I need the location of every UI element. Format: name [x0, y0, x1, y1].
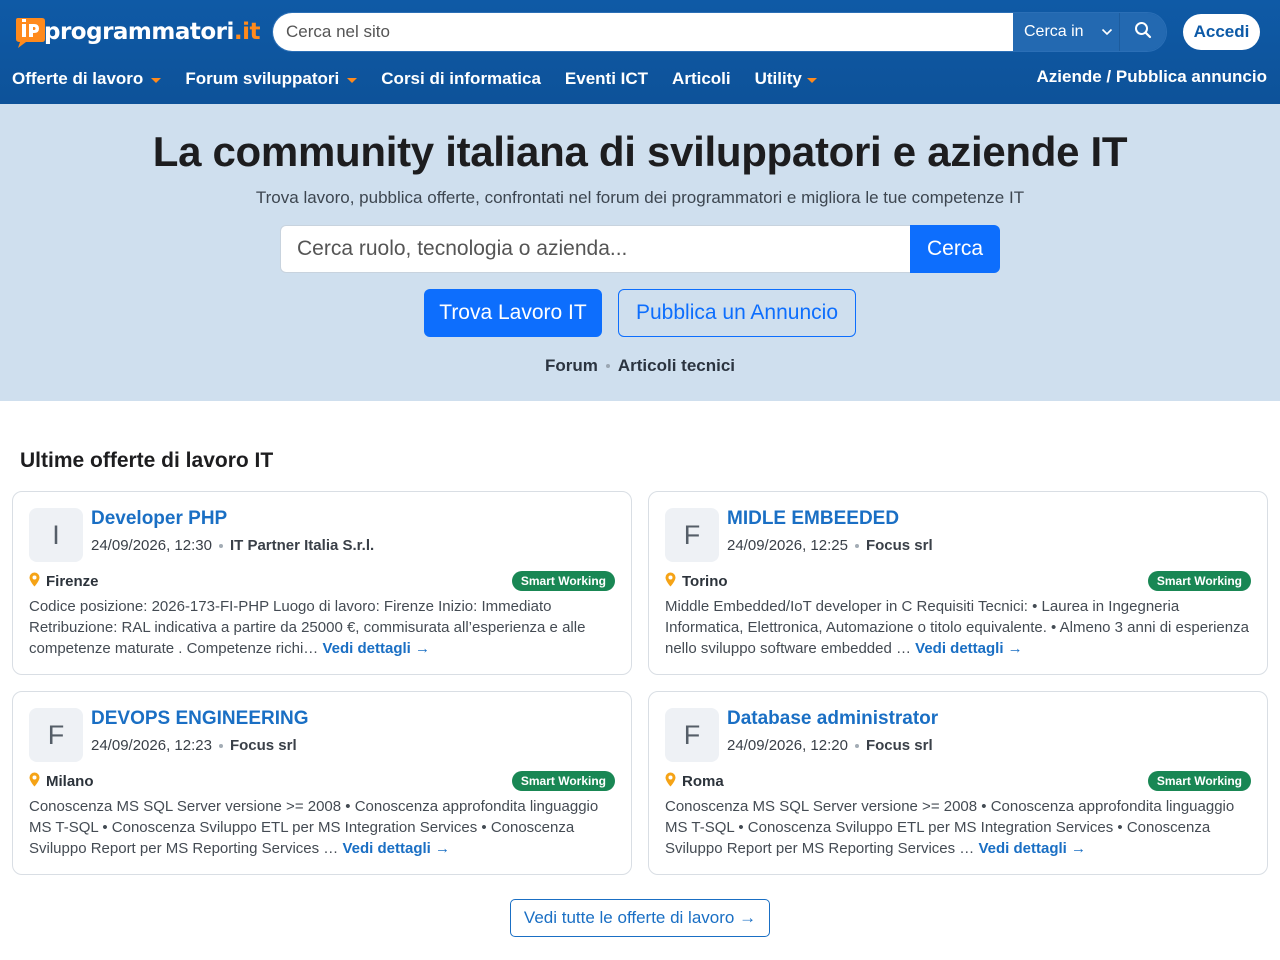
logo-text: programmatori.it — [44, 19, 261, 45]
nav-item-label: Forum sviluppatori — [185, 69, 340, 88]
hero-search-input[interactable] — [280, 225, 910, 273]
job-location-label: Firenze — [46, 573, 99, 590]
site-search-bar: Cerca in — [272, 12, 1167, 52]
hero-subtitle: Trova lavoro, pubblica offerte, confront… — [255, 188, 1025, 207]
job-meta: 24/09/2026, 12:20 Focus srl — [727, 737, 933, 754]
job-location: Milano — [29, 772, 94, 791]
job-location: Torino — [665, 572, 728, 591]
job-location-label: Roma — [682, 773, 724, 790]
smart-working-badge: Smart Working — [1147, 571, 1251, 591]
job-description-text: Codice posizione: 2026-173-FI-PHP Luogo … — [29, 598, 586, 657]
map-pin-icon — [665, 572, 676, 591]
company-avatar: F — [665, 708, 719, 762]
job-details-link[interactable]: Vedi dettagli → — [322, 640, 430, 657]
map-pin-icon — [29, 572, 40, 591]
job-location-label: Milano — [46, 773, 94, 790]
caret-down-icon — [347, 77, 358, 83]
nav-item-label: Utility — [754, 69, 802, 88]
hero-quick-links: Forum Articoli tecnici — [0, 356, 1280, 376]
job-meta: 24/09/2026, 12:25 Focus srl — [727, 537, 933, 554]
search-scope-dropdown[interactable]: Cerca in — [1013, 13, 1120, 51]
nav-item-corsi[interactable]: Corsi di informatica — [381, 69, 541, 89]
caret-down-icon — [151, 77, 162, 83]
hero-link-articoli[interactable]: Articoli tecnici — [618, 356, 735, 376]
job-description-text: Conoscenza MS SQL Server versione >= 200… — [29, 798, 599, 857]
job-meta: 24/09/2026, 12:23 Focus srl — [91, 737, 297, 754]
view-all-jobs-button[interactable]: Vedi tutte le offerte di lavoro → — [510, 899, 770, 937]
site-logo[interactable]: programmatori.it — [12, 14, 261, 50]
hero-search-button[interactable]: Cerca — [910, 225, 1000, 273]
hero-title: La community italiana di sviluppatori e … — [152, 128, 1128, 175]
job-details-link[interactable]: Vedi dettagli → — [342, 840, 450, 857]
jobs-section-title: Ultime offerte di lavoro IT — [20, 449, 274, 472]
nav-item-forum[interactable]: Forum sviluppatori — [185, 69, 358, 89]
login-button[interactable]: Accedi — [1183, 14, 1260, 50]
smart-working-badge: Smart Working — [511, 771, 615, 791]
job-company: IT Partner Italia S.r.l. — [229, 537, 375, 554]
job-description: Conoscenza MS SQL Server versione >= 200… — [665, 796, 1255, 859]
job-location: Firenze — [29, 572, 99, 591]
job-card: F MIDLE EMBEEDED 24/09/2026, 12:25 Focus… — [648, 491, 1268, 675]
caret-down-icon — [806, 77, 817, 83]
map-pin-icon — [665, 772, 676, 791]
job-description: Middle Embedded/IoT developer in C Requi… — [665, 596, 1255, 659]
job-details-link[interactable]: Vedi dettagli → — [978, 840, 1086, 857]
nav-item-offerte[interactable]: Offerte di lavoro — [12, 69, 162, 89]
nav-item-label: Articoli — [672, 69, 731, 88]
job-card: F DEVOPS ENGINEERING 24/09/2026, 12:23 F… — [12, 691, 632, 875]
job-title-link[interactable]: Developer PHP — [91, 508, 227, 530]
main-nav: Offerte di lavoro Forum sviluppatori Cor… — [12, 67, 817, 91]
job-location-label: Torino — [682, 573, 728, 590]
site-search-button[interactable] — [1120, 13, 1166, 51]
nav-item-label: Corsi di informatica — [381, 69, 541, 88]
nav-item-articoli[interactable]: Articoli — [672, 69, 731, 89]
job-card: F Database administrator 24/09/2026, 12:… — [648, 691, 1268, 875]
company-avatar: F — [665, 508, 719, 562]
meta-separator — [854, 743, 859, 748]
job-date: 24/09/2026, 12:23 — [91, 737, 212, 754]
hero-link-forum[interactable]: Forum — [545, 356, 598, 376]
logo-icon — [12, 14, 48, 50]
job-meta: 24/09/2026, 12:30 IT Partner Italia S.r.… — [91, 537, 374, 554]
job-title-link[interactable]: Database administrator — [727, 708, 938, 730]
smart-working-badge: Smart Working — [511, 571, 615, 591]
nav-item-eventi[interactable]: Eventi ICT — [565, 69, 648, 89]
job-date: 24/09/2026, 12:20 — [727, 737, 848, 754]
link-separator — [605, 364, 610, 368]
site-header: programmatori.it Cerca in Accedi Offerte… — [0, 0, 1280, 104]
job-description: Conoscenza MS SQL Server versione >= 200… — [29, 796, 619, 859]
meta-separator — [218, 543, 223, 548]
job-location: Roma — [665, 772, 724, 791]
job-card: I Developer PHP 24/09/2026, 12:30 IT Par… — [12, 491, 632, 675]
nav-item-label: Offerte di lavoro — [12, 69, 144, 88]
company-avatar: I — [29, 508, 83, 562]
nav-item-label: Eventi ICT — [564, 69, 649, 88]
smart-working-badge: Smart Working — [1147, 771, 1251, 791]
map-pin-icon — [29, 772, 40, 791]
search-scope-label: Cerca in — [1024, 23, 1084, 40]
job-details-link[interactable]: Vedi dettagli → — [915, 640, 1023, 657]
job-description-text: Conoscenza MS SQL Server versione >= 200… — [665, 798, 1235, 857]
job-title-link[interactable]: DEVOPS ENGINEERING — [91, 708, 309, 730]
hero-section: La community italiana di sviluppatori e … — [0, 104, 1280, 401]
chevron-down-icon — [1101, 23, 1113, 41]
search-icon — [1134, 21, 1152, 44]
company-avatar: F — [29, 708, 83, 762]
job-description: Codice posizione: 2026-173-FI-PHP Luogo … — [29, 596, 619, 659]
site-search-input[interactable] — [273, 13, 1013, 51]
job-company: Focus srl — [865, 537, 933, 554]
meta-separator — [218, 743, 223, 748]
job-company: Focus srl — [229, 737, 297, 754]
nav-item-utility[interactable]: Utility — [755, 69, 817, 89]
meta-separator — [854, 543, 859, 548]
job-company: Focus srl — [865, 737, 933, 754]
nav-aziende-pubblica[interactable]: Aziende / Pubblica annuncio — [1037, 67, 1267, 87]
hero-search-bar: Cerca — [280, 225, 1000, 273]
post-ad-button[interactable]: Pubblica un Annuncio — [618, 289, 856, 337]
find-job-button[interactable]: Trova Lavoro IT — [424, 289, 602, 337]
job-date: 24/09/2026, 12:30 — [91, 537, 212, 554]
job-title-link[interactable]: MIDLE EMBEEDED — [727, 508, 899, 530]
job-date: 24/09/2026, 12:25 — [727, 537, 848, 554]
